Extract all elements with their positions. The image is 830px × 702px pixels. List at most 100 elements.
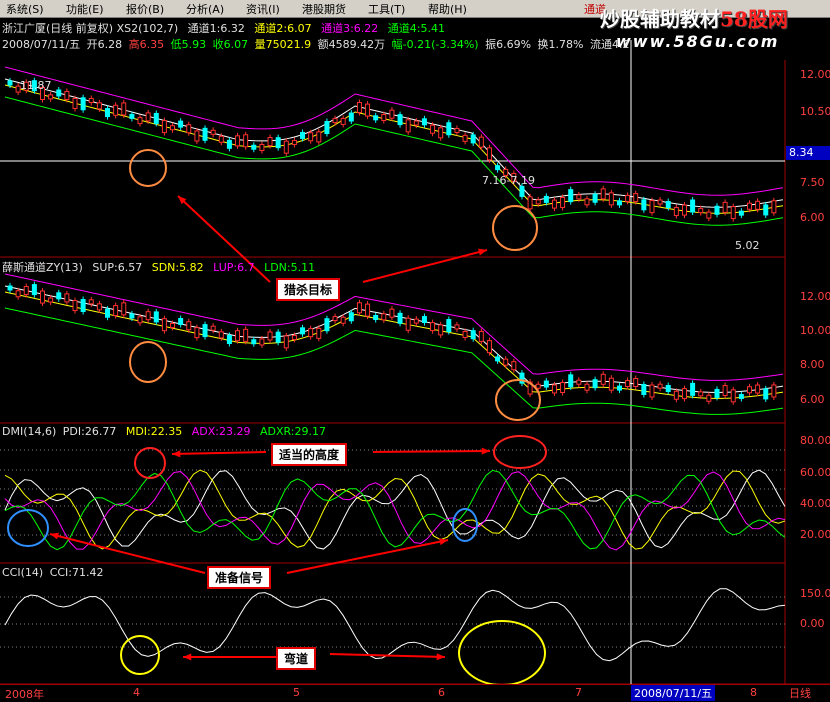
p1-candle-body <box>438 127 444 139</box>
p1-candle-body <box>641 199 647 211</box>
p2-candle-body <box>681 388 687 400</box>
panel4-header: CCI(14) CCI:71.42 <box>2 566 110 579</box>
p3-tick: 60.00 <box>800 466 830 479</box>
p2-candle-body <box>251 339 257 345</box>
p1-candle-body <box>56 89 62 97</box>
p2-tick: 6.00 <box>800 393 825 406</box>
p2-candle-body <box>31 284 37 296</box>
p2-candle-body <box>584 383 590 391</box>
p1-candle-body <box>657 199 663 205</box>
p1-tick: 6.00 <box>800 211 825 224</box>
annotation-arrowhead <box>183 653 192 661</box>
highlight-ellipse <box>493 435 547 469</box>
p2-candle-body <box>551 384 557 394</box>
p2-candle-body <box>421 316 427 324</box>
p1-channel-0 <box>4 66 784 196</box>
annotation-height: 适当的高度 <box>271 443 348 466</box>
p1-candle-body <box>121 102 127 116</box>
p2-candle-body <box>218 331 224 339</box>
p2-candle-body <box>755 384 761 394</box>
p2-candle-body <box>397 312 403 324</box>
p1-candle-body <box>633 193 639 203</box>
p1-candle-body <box>308 132 314 142</box>
crosshair-price-tag: 8.34 <box>786 146 830 160</box>
p1-candle-body <box>430 124 436 134</box>
highlight-ellipse <box>134 447 166 479</box>
p2-channel-0 <box>4 273 784 381</box>
date-label: 7 <box>575 686 582 699</box>
p2-candle-body <box>673 390 679 400</box>
p4-tick: 0.00 <box>800 617 825 630</box>
p2-candle-body <box>145 311 151 321</box>
p3-tick: 20.00 <box>800 528 830 541</box>
p1-candle-body <box>96 102 102 110</box>
p1-candle-body <box>616 200 622 206</box>
high-price-label: 11.87 <box>20 79 52 92</box>
panel1-title: 浙江广厦(日线 前复权) XS2(102,7) <box>2 22 179 35</box>
p1-candle-body <box>210 129 216 135</box>
p2-candle-body <box>153 311 159 323</box>
p2-candle-body <box>348 312 354 322</box>
watermark-text: 炒股辅助教材 <box>600 7 720 31</box>
p2-candle-body <box>121 302 127 316</box>
p2-candle-body <box>625 379 631 387</box>
p1-candle-body <box>763 204 769 216</box>
p1-candle-body <box>48 94 54 100</box>
info-date: 2008/07/11/五 <box>2 38 81 51</box>
p1-candle-body <box>462 134 468 142</box>
p2-candle-body <box>332 316 338 322</box>
p2-candle-body <box>706 394 712 402</box>
p2-candle-body <box>730 389 736 403</box>
info-change: 幅-0.21(-3.34%) <box>391 38 479 51</box>
p2-candle-body <box>113 305 119 317</box>
annotation-arrow <box>171 451 267 455</box>
p2-candle-body <box>470 330 476 340</box>
adxr-value: ADXR:29.17 <box>259 425 327 438</box>
panel2-header: 薛斯通道ZY(13) SUP:6.57 SDN:5.82 LUP:6.7 LDN… <box>2 259 321 275</box>
p2-candle-body <box>72 300 78 312</box>
panel4-title: CCI(14) <box>2 566 44 579</box>
p4-tick: 150.0 <box>800 587 830 600</box>
p1-candle-body <box>771 200 777 214</box>
p1-candle-body <box>178 120 184 128</box>
p2-candle-body <box>600 373 606 385</box>
p2-candle-body <box>15 290 21 298</box>
p1-candle-body <box>397 114 403 126</box>
p2-candle-body <box>48 297 54 303</box>
p1-candle-body <box>649 200 655 214</box>
p2-candle-body <box>478 330 484 342</box>
p2-candle-body <box>738 394 744 400</box>
p1-candle-body <box>543 195 549 203</box>
p2-candle-body <box>690 382 696 396</box>
p1-candle-body <box>348 112 354 122</box>
p1-candle-body <box>722 201 728 213</box>
p2-candle-body <box>746 386 752 394</box>
p1-candle-body <box>324 121 330 135</box>
chart-canvas[interactable] <box>0 0 830 701</box>
p2-candle-body <box>543 380 549 388</box>
date-label: 4 <box>133 686 140 699</box>
p1-candle-body <box>186 124 192 134</box>
p2-candle-body <box>535 383 541 389</box>
p1-candle-body <box>576 194 582 200</box>
p1-candle-body <box>478 136 484 148</box>
p2-candle-body <box>616 385 622 391</box>
p1-candle-body <box>568 189 574 203</box>
date-label: 2008年 <box>5 688 44 701</box>
p1-candle-body <box>259 143 265 151</box>
p2-candle-body <box>511 361 517 371</box>
p1-candle-body <box>625 194 631 202</box>
watermark-accent: 58股网 <box>720 7 788 31</box>
p1-candle-body <box>64 90 70 100</box>
info-turnover: 换1.78% <box>537 38 584 51</box>
p2-channel-3 <box>4 307 784 415</box>
period-selector[interactable]: 日线 <box>789 685 811 701</box>
p1-candle-body <box>527 196 533 210</box>
annotation-arrow <box>372 450 491 453</box>
sup-value: SUP:6.57 <box>92 261 143 274</box>
cci-value: CCI:71.42 <box>49 566 104 579</box>
p1-candle-body <box>251 144 257 150</box>
p2-candle-body <box>308 328 314 338</box>
p2-candle-body <box>576 379 582 385</box>
p2-candle-body <box>80 299 86 313</box>
